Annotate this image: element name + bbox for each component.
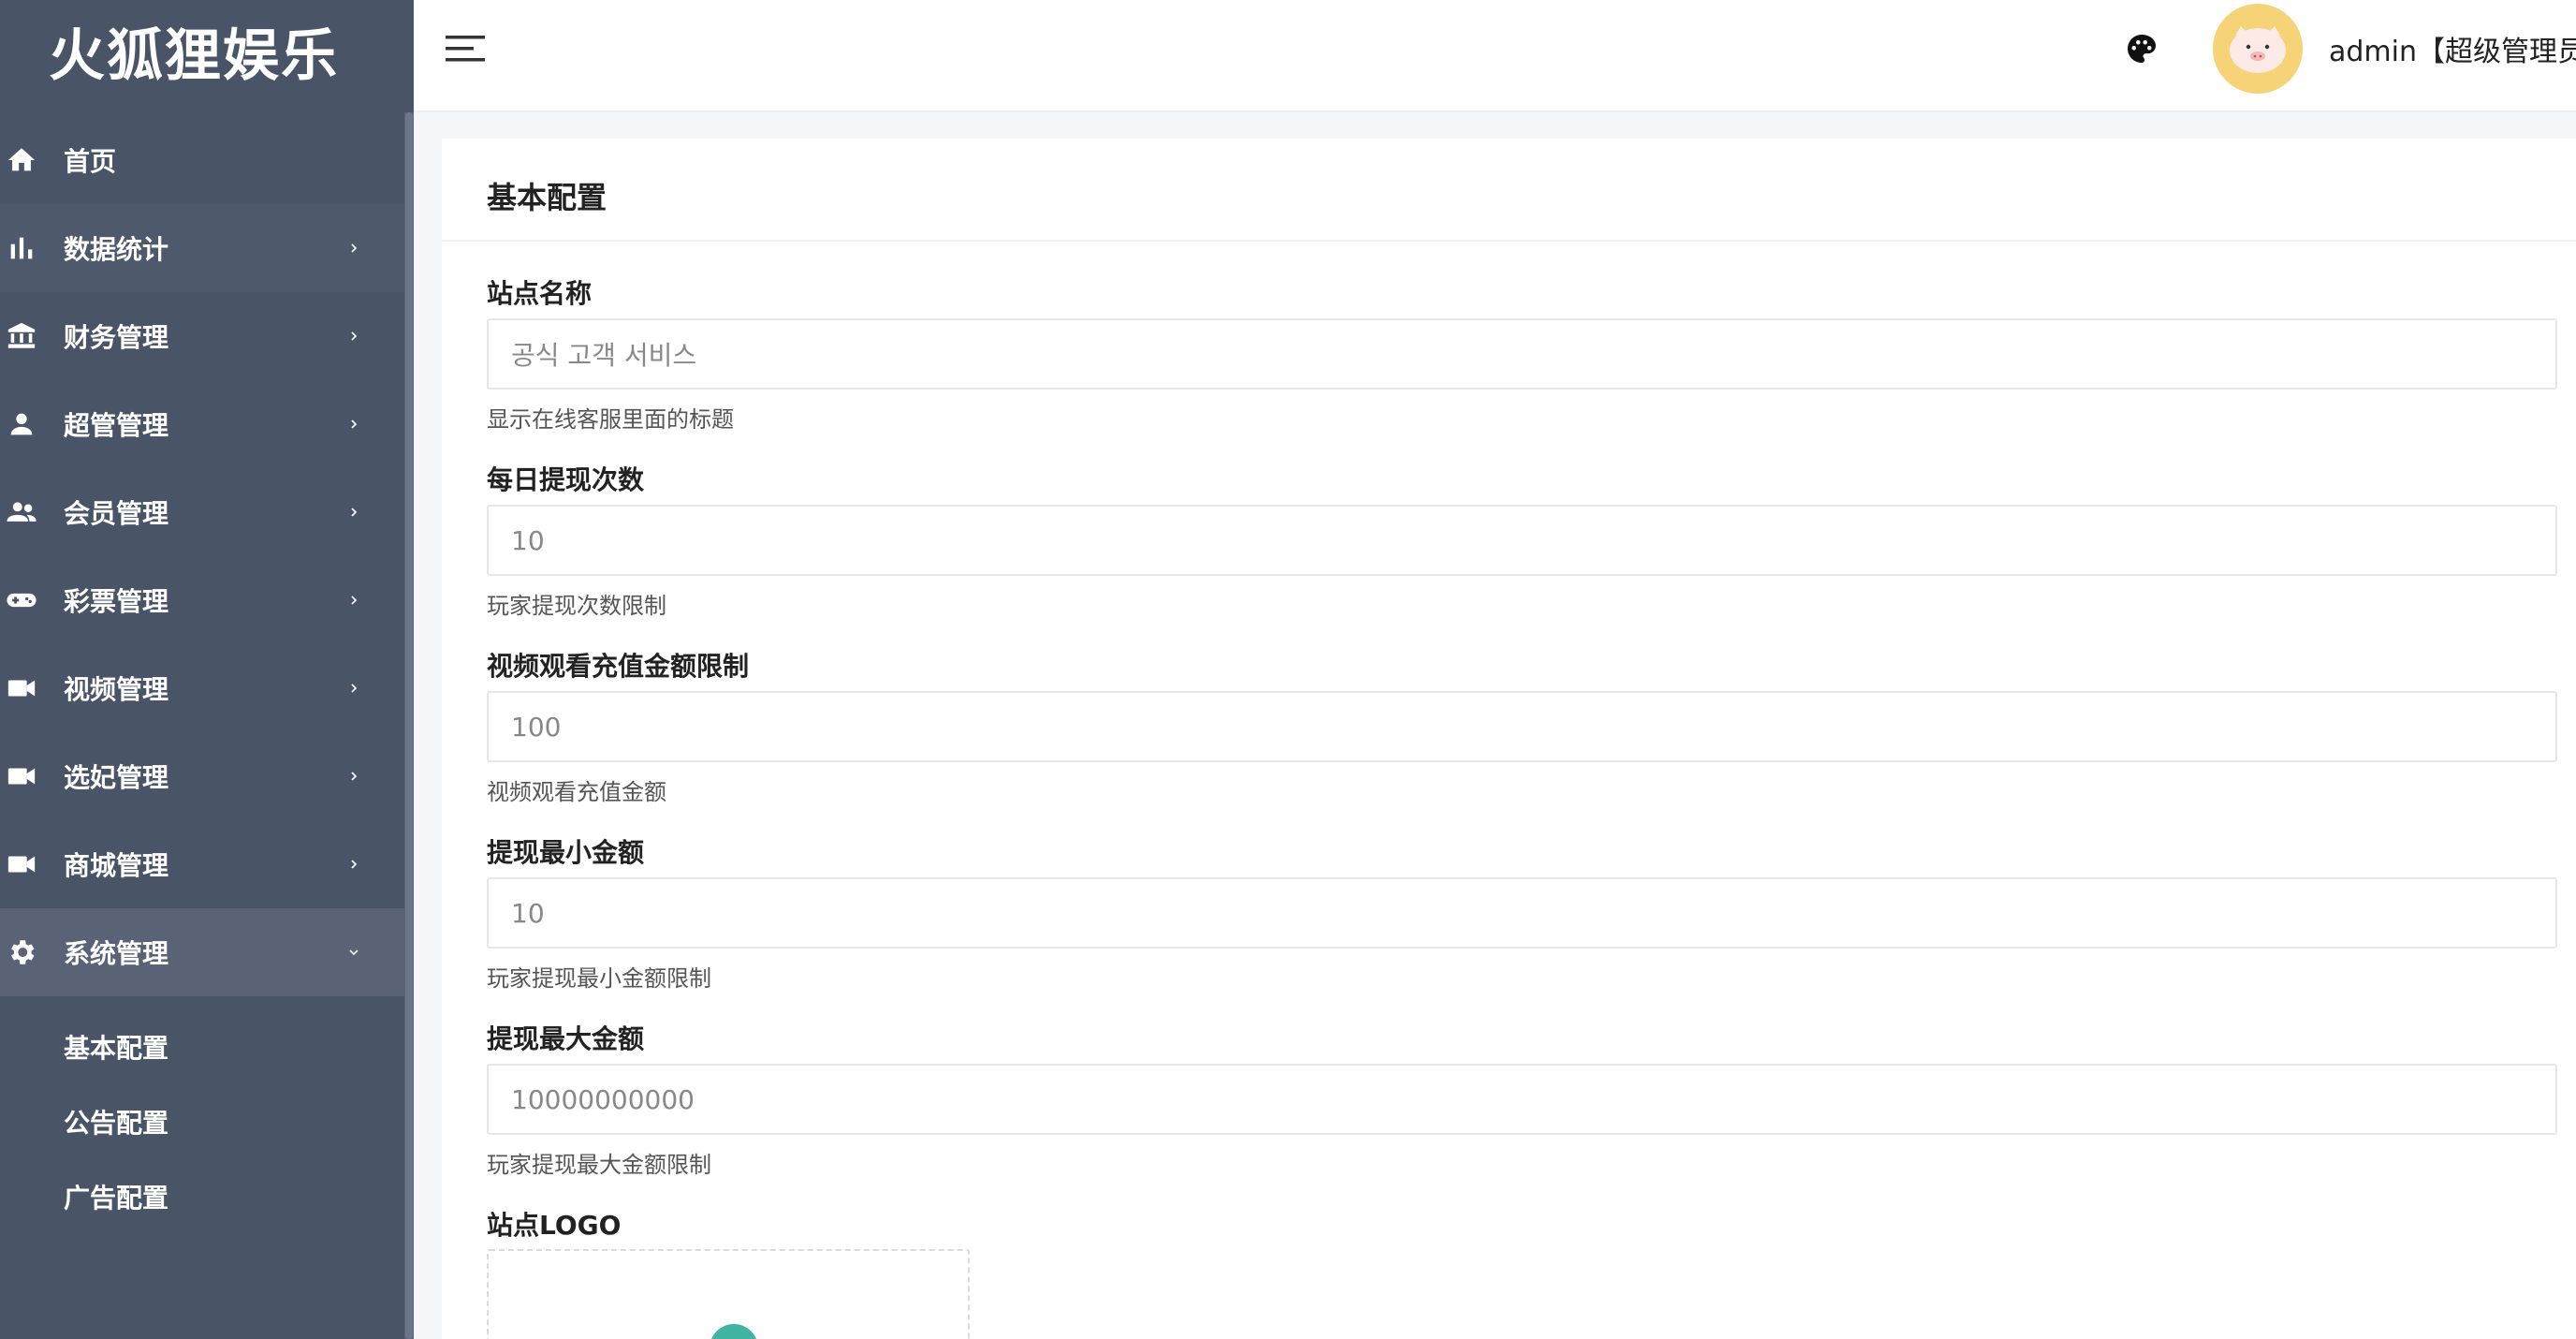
gear-icon	[11, 940, 35, 964]
daily-withdraw-count-help: 玩家提现次数限制	[487, 593, 666, 619]
bar-chart-icon	[10, 237, 33, 259]
chevron-right-icon	[351, 419, 358, 429]
daily-withdraw-count-input[interactable]	[487, 505, 2557, 576]
video-recharge-limit-label: 视频观看充值金额限制	[487, 651, 750, 682]
brand-title: 火狐狸娱乐	[49, 22, 339, 89]
sidebar-item-member-management[interactable]: 会员管理	[0, 468, 404, 556]
chevron-down-icon	[349, 949, 359, 956]
sidebar-item-label: 视频管理	[64, 674, 169, 705]
chevron-right-icon	[351, 860, 358, 869]
min-withdraw-help: 玩家提现最小金额限制	[487, 965, 711, 992]
site-name-label: 站点名称	[487, 278, 593, 309]
sidebar-item-label: 系统管理	[64, 938, 169, 969]
max-withdraw-label: 提现最大金额	[487, 1023, 645, 1054]
sidebar-item-label: 超管管理	[64, 410, 169, 441]
bank-icon	[7, 322, 36, 348]
panel-title: 基本配置	[487, 180, 607, 215]
submenu-item-notice-config[interactable]: 公告配置	[0, 1084, 404, 1159]
video-recharge-limit-input[interactable]	[487, 691, 2557, 762]
pig-avatar-icon	[2230, 26, 2286, 73]
chevron-right-icon	[351, 684, 358, 693]
basic-config-panel: 基本配置 站点名称 显示在线客服里面的标题 每日提现次数 玩家提现次数限制 视频…	[442, 139, 2576, 1339]
video-recharge-limit-help: 视频观看充值金额	[487, 779, 666, 805]
submenu-item-ad-config[interactable]: 广告配置	[0, 1159, 404, 1234]
sidebar-item-statistics[interactable]: 数据统计	[0, 204, 404, 292]
sidebar-item-label: 会员管理	[64, 498, 169, 529]
avatar[interactable]	[2213, 4, 2303, 94]
hamburger-menu-icon[interactable]	[446, 34, 485, 64]
min-withdraw-label: 提现最小金额	[487, 837, 645, 868]
logo-upload-box[interactable]	[487, 1249, 970, 1339]
gamepad-icon	[7, 593, 37, 608]
video-camera-icon	[7, 856, 36, 873]
upload-icon	[710, 1324, 758, 1339]
submenu-item-basic-config[interactable]: 基本配置	[0, 1009, 404, 1084]
sidebar-menu: 首页 数据统计 财务管理 超管管理 会员管理 彩票管理 视频管理 选妃管理 商城…	[0, 116, 404, 1234]
sidebar-item-label: 彩票管理	[64, 586, 169, 617]
sidebar-item-label: 首页	[64, 146, 117, 177]
daily-withdraw-count-label: 每日提现次数	[487, 464, 645, 495]
sidebar-item-label: 数据统计	[64, 234, 169, 265]
site-name-input[interactable]	[487, 318, 2557, 390]
sidebar-item-video-management[interactable]: 视频管理	[0, 644, 404, 732]
scrollbar-thumb[interactable]	[405, 112, 413, 1339]
sidebar-item-system-management[interactable]: 系统管理	[0, 908, 404, 996]
sidebar-item-lottery-management[interactable]: 彩票管理	[0, 556, 404, 644]
site-logo-label: 站点LOGO	[487, 1210, 622, 1241]
group-icon	[7, 502, 37, 522]
panel-divider	[442, 240, 2576, 242]
sidebar-item-label: 财务管理	[64, 322, 169, 353]
top-header: admin【超级管理员】	[414, 0, 2576, 112]
sidebar-item-finance[interactable]: 财务管理	[0, 292, 404, 380]
chevron-right-icon	[351, 772, 358, 781]
sidebar-item-label: 商城管理	[64, 850, 169, 881]
max-withdraw-input[interactable]	[487, 1064, 2557, 1135]
site-name-help: 显示在线客服里面的标题	[487, 406, 734, 433]
person-icon	[10, 413, 33, 435]
sidebar-scrollbar[interactable]	[404, 112, 414, 1339]
chevron-right-icon	[351, 508, 358, 517]
palette-icon[interactable]	[2125, 32, 2159, 66]
max-withdraw-help: 玩家提现最大金额限制	[487, 1152, 711, 1178]
chevron-right-icon	[351, 596, 358, 605]
video-camera-icon	[7, 768, 36, 785]
system-submenu: 基本配置 公告配置 广告配置	[0, 996, 404, 1234]
sidebar-item-admin-management[interactable]: 超管管理	[0, 380, 404, 468]
home-icon	[7, 148, 36, 171]
sidebar-item-concubine-management[interactable]: 选妃管理	[0, 732, 404, 820]
sidebar-item-label: 选妃管理	[64, 762, 169, 793]
video-camera-icon	[7, 680, 36, 697]
sidebar: 火狐狸娱乐 首页 数据统计 财务管理 超管管理 会员管理 彩票管理 视频管理 选…	[0, 0, 414, 1339]
admin-username[interactable]: admin【超级管理员】	[2329, 28, 2576, 69]
sidebar-item-mall-management[interactable]: 商城管理	[0, 820, 404, 908]
sidebar-item-home[interactable]: 首页	[0, 116, 404, 204]
chevron-right-icon	[351, 331, 358, 341]
min-withdraw-input[interactable]	[487, 877, 2557, 949]
chevron-right-icon	[351, 243, 358, 253]
